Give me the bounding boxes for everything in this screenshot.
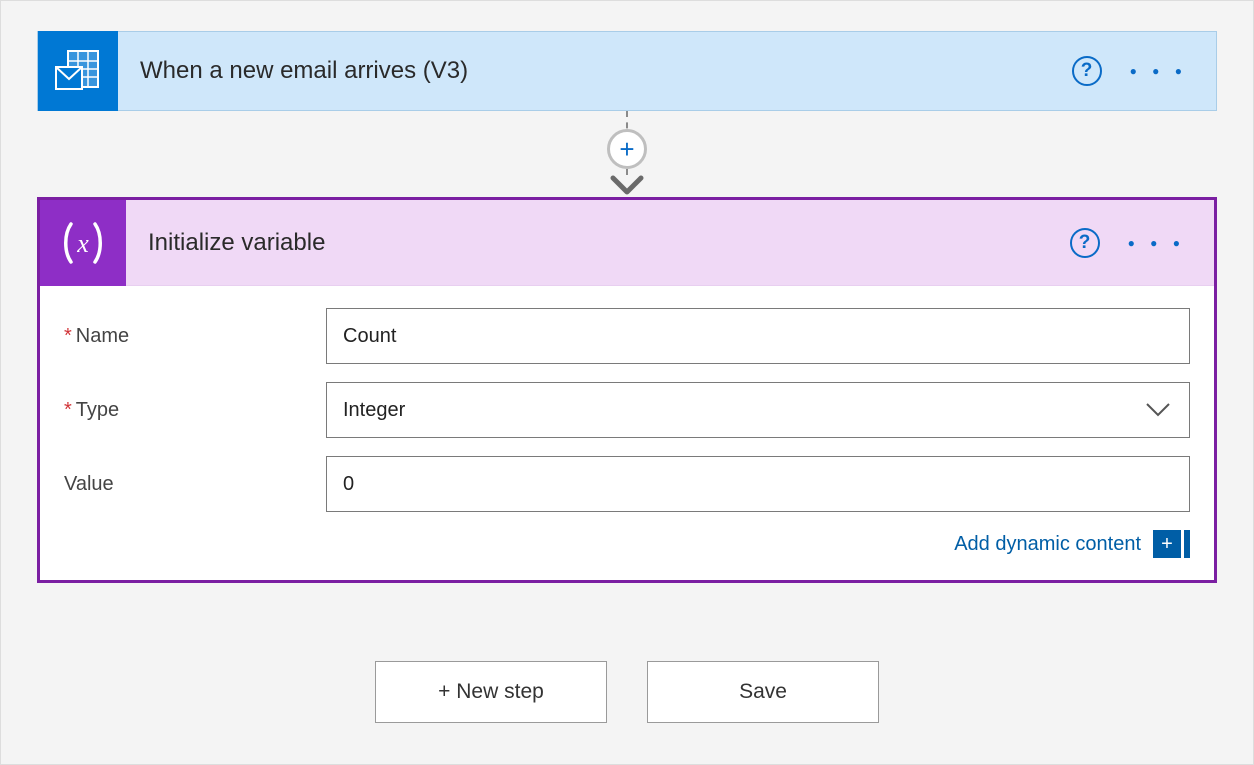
type-select-value: Integer	[343, 399, 405, 422]
insert-step-button[interactable]: +	[607, 129, 647, 169]
type-label: *Type	[64, 399, 326, 422]
dynamic-content-row: Add dynamic content +	[64, 530, 1190, 558]
required-icon: *	[64, 325, 72, 347]
more-menu-icon[interactable]: ● ● ●	[1130, 65, 1188, 77]
trigger-actions: ? ● ● ●	[1072, 56, 1216, 86]
arrow-down-icon	[610, 175, 644, 197]
add-dynamic-content-plus[interactable]: +	[1153, 530, 1181, 558]
outlook-icon	[38, 31, 118, 111]
footer-buttons: + New step Save	[37, 661, 1217, 723]
connector: +	[37, 111, 1217, 197]
required-icon: *	[64, 399, 72, 421]
action-actions: ? ● ● ●	[1070, 228, 1214, 258]
name-input[interactable]: Count	[326, 308, 1190, 364]
name-label: *Name	[64, 325, 326, 348]
more-menu-icon[interactable]: ● ● ●	[1128, 237, 1186, 249]
form-row-value: Value 0	[64, 456, 1190, 512]
dynamic-content-handle[interactable]	[1184, 530, 1190, 558]
action-header[interactable]: x Initialize variable ? ● ● ●	[40, 200, 1214, 286]
action-card-initialize-variable: x Initialize variable ? ● ● ● *Name Coun…	[37, 197, 1217, 583]
action-body: *Name Count *Type Integer	[40, 286, 1214, 580]
svg-text:x: x	[76, 229, 89, 258]
trigger-card[interactable]: When a new email arrives (V3) ? ● ● ●	[37, 31, 1217, 111]
value-label: Value	[64, 473, 326, 496]
value-input[interactable]: 0	[326, 456, 1190, 512]
help-icon[interactable]: ?	[1070, 228, 1100, 258]
variable-icon: x	[40, 200, 126, 286]
name-input-value: Count	[343, 325, 396, 348]
designer-canvas: When a new email arrives (V3) ? ● ● ● + …	[0, 0, 1254, 765]
type-select[interactable]: Integer	[326, 382, 1190, 438]
trigger-title: When a new email arrives (V3)	[118, 57, 1072, 85]
chevron-down-icon	[1145, 402, 1171, 418]
add-dynamic-content-link[interactable]: Add dynamic content	[954, 533, 1141, 556]
form-row-name: *Name Count	[64, 308, 1190, 364]
help-icon[interactable]: ?	[1072, 56, 1102, 86]
value-input-value: 0	[343, 473, 354, 496]
new-step-button[interactable]: + New step	[375, 661, 607, 723]
save-button[interactable]: Save	[647, 661, 879, 723]
action-title: Initialize variable	[126, 229, 1070, 257]
form-row-type: *Type Integer	[64, 382, 1190, 438]
